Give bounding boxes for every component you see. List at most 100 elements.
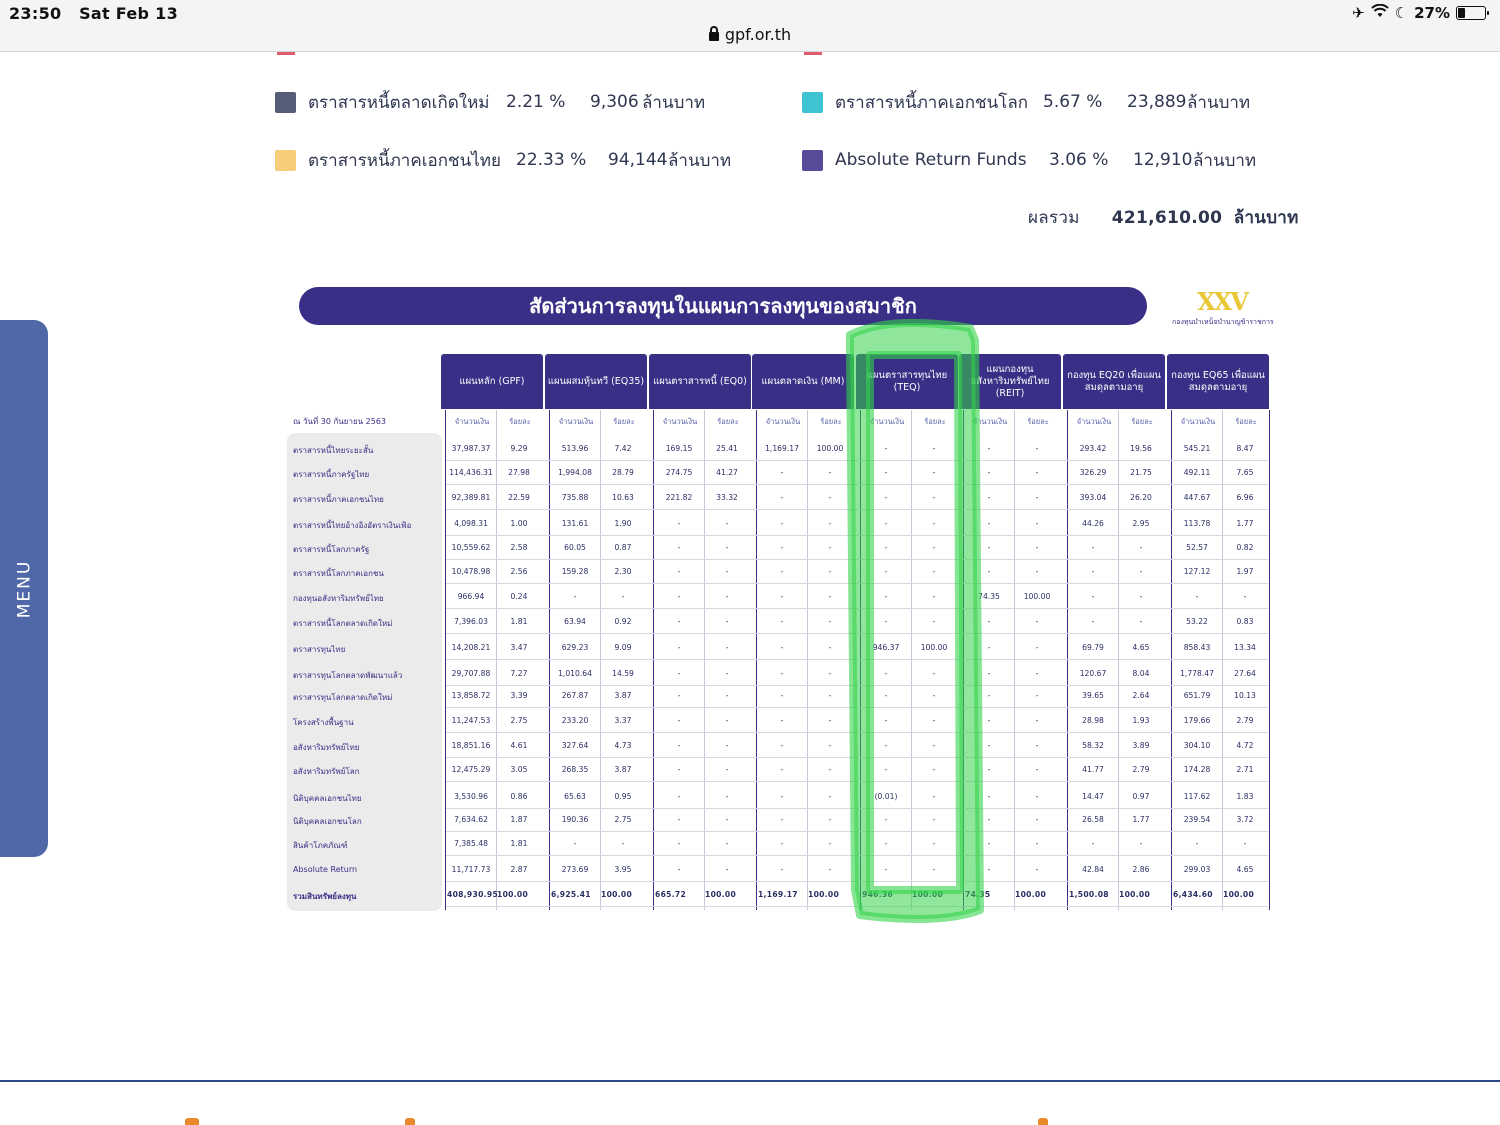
col-amount-header: จำนวนเงิน <box>972 417 1008 426</box>
row-label: กองทุนอสังหาริมทรัพย์ไทย <box>293 594 384 603</box>
cell-percent: - <box>932 592 936 601</box>
row-label: นิติบุคคลเอกชนโลก <box>293 817 362 826</box>
cell-percent: - <box>828 691 832 700</box>
cell-amount: 326.29 <box>1079 468 1107 477</box>
column-divider <box>911 410 912 910</box>
cell-percent: - <box>725 741 729 750</box>
row-label: นิติบุคคลเอกชนไทย <box>293 794 362 803</box>
cell-percent: - <box>1035 792 1039 801</box>
cell-amount: - <box>780 519 784 528</box>
cell-percent: 2.30 <box>614 567 632 576</box>
col-amount-header: จำนวนเงิน <box>869 417 905 426</box>
col-percent-header: ร้อยละ <box>1235 417 1257 426</box>
total-label: ผลรวม <box>1028 208 1080 228</box>
cell-percent: - <box>1035 493 1039 502</box>
cell-percent: 2.79 <box>1132 765 1150 774</box>
cell-percent: - <box>1139 592 1143 601</box>
cell-percent: 4.65 <box>1132 643 1150 652</box>
cell-amount: 299.03 <box>1183 865 1211 874</box>
cell-percent: 7.42 <box>614 444 632 453</box>
legend-percent: 2.21 % <box>506 92 566 112</box>
cell-percent: 3.05 <box>510 765 528 774</box>
cell-amount: 233.20 <box>561 716 589 725</box>
cell-percent: 0.87 <box>614 543 632 552</box>
cell-percent: 4.65 <box>1236 865 1254 874</box>
column-divider <box>1269 410 1270 910</box>
cell-amount: 267.87 <box>561 691 589 700</box>
cell-percent: - <box>725 567 729 576</box>
cell-amount: 268.35 <box>561 765 589 774</box>
cell-percent: - <box>1035 741 1039 750</box>
legend-amount: 94,144 <box>608 150 668 170</box>
cell-percent: - <box>828 468 832 477</box>
legend-label: ตราสารหนี้ภาคเอกชนไทย <box>308 150 501 171</box>
cell-amount: 114,436.31 <box>449 468 493 477</box>
cell-percent: - <box>828 839 832 848</box>
cell-percent: - <box>1035 444 1039 453</box>
cell-amount: 1,010.64 <box>558 669 592 678</box>
cell-percent: 2.75 <box>614 815 632 824</box>
cell-percent: 100.00 <box>601 890 633 899</box>
cell-percent: 7.27 <box>510 669 528 678</box>
cell-amount: - <box>677 815 681 824</box>
row-label: ตราสารหนี้โลกภาคเอกชน <box>293 569 384 578</box>
plan-header: แผนตราสารหนี้ (EQ0) <box>649 354 751 409</box>
cell-amount: 127.12 <box>1183 567 1211 576</box>
cell-percent: - <box>1243 592 1247 601</box>
cell-amount: - <box>884 617 888 626</box>
address-bar[interactable]: gpf.or.th <box>0 25 1500 44</box>
airplane-icon: ✈ <box>1352 4 1365 22</box>
column-divider <box>963 410 964 910</box>
cell-percent: 27.64 <box>1234 669 1256 678</box>
cell-amount: - <box>884 741 888 750</box>
legend-label: ตราสารหนี้ตลาดเกิดใหม่ <box>308 92 490 113</box>
cell-percent: 3.87 <box>614 691 632 700</box>
row-divider <box>446 906 1268 907</box>
cell-amount: - <box>987 543 991 552</box>
battery-percent: 27% <box>1414 4 1450 22</box>
cell-percent: 1.97 <box>1236 567 1254 576</box>
cell-amount: 69.79 <box>1082 643 1104 652</box>
cell-percent: 100.00 <box>920 643 948 652</box>
cell-amount: (0.01) <box>874 792 898 801</box>
cell-amount: - <box>1091 592 1095 601</box>
cell-amount: - <box>780 691 784 700</box>
cell-amount: - <box>884 865 888 874</box>
cell-amount: - <box>884 716 888 725</box>
cell-amount: 492.11 <box>1183 468 1211 477</box>
cell-percent: 100.00 <box>1119 890 1151 899</box>
plan-header: แผนผสมหุ้นทวี (EQ35) <box>545 354 647 409</box>
cell-amount: 408,930.95 <box>447 890 499 899</box>
cell-percent: 3.89 <box>1132 741 1150 750</box>
cell-percent: 8.04 <box>1132 669 1150 678</box>
cell-percent: 8.47 <box>1236 444 1254 453</box>
cell-percent: 3.39 <box>510 691 528 700</box>
cell-percent: 0.83 <box>1236 617 1254 626</box>
cell-percent: 100.00 <box>1223 890 1255 899</box>
cell-amount: - <box>677 716 681 725</box>
cell-percent: 1.77 <box>1236 519 1254 528</box>
col-amount-header: จำนวนเงิน <box>1180 417 1216 426</box>
cell-percent: - <box>621 592 625 601</box>
col-amount-header: จำนวนเงิน <box>1076 417 1112 426</box>
menu-tab[interactable]: MENU <box>0 320 48 857</box>
col-percent-header: ร้อยละ <box>924 417 946 426</box>
cell-amount: 7,385.48 <box>454 839 488 848</box>
cell-percent: 1.83 <box>1236 792 1254 801</box>
cell-amount: 92,389.81 <box>451 493 491 502</box>
row-divider <box>446 757 1268 758</box>
cell-amount: - <box>884 493 888 502</box>
cell-percent: 0.86 <box>510 792 528 801</box>
column-divider <box>1171 410 1172 910</box>
row-divider <box>446 608 1268 609</box>
col-percent-header: ร้อยละ <box>509 417 531 426</box>
cell-percent: 25.41 <box>716 444 738 453</box>
cell-percent: 9.29 <box>510 444 528 453</box>
cell-amount: 26.58 <box>1082 815 1104 824</box>
legend-percent: 22.33 % <box>516 150 587 170</box>
status-icons: ✈ ☾ 27% <box>1352 3 1489 22</box>
wifi-icon <box>1370 3 1389 22</box>
cell-percent: - <box>725 592 729 601</box>
cell-amount: - <box>987 643 991 652</box>
cell-percent: 2.79 <box>1236 716 1254 725</box>
